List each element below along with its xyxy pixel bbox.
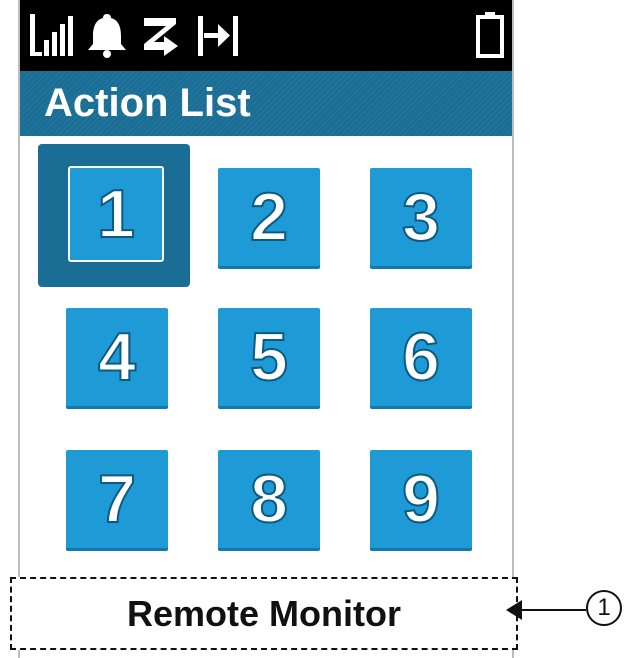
key-label: 2 bbox=[249, 179, 289, 255]
key-1-label-wrap: 1 bbox=[68, 166, 164, 262]
key-label: 5 bbox=[249, 319, 289, 395]
action-label: Remote Monitor bbox=[127, 592, 401, 634]
key-label: 3 bbox=[401, 179, 441, 255]
signal-strength-icon bbox=[30, 14, 73, 56]
title-bar: Action List bbox=[20, 71, 512, 136]
key-label: 4 bbox=[97, 319, 137, 395]
keypad-key-5[interactable]: 5 bbox=[218, 308, 320, 406]
keypad-key-2[interactable]: 2 bbox=[218, 168, 320, 266]
keypad-key-7[interactable]: 7 bbox=[66, 450, 168, 548]
keypad-key-3[interactable]: 3 bbox=[370, 168, 472, 266]
scan-icon bbox=[144, 18, 178, 56]
callout-marker: 1 bbox=[586, 590, 622, 626]
bell-icon bbox=[88, 14, 126, 58]
key-label: 8 bbox=[249, 461, 289, 537]
keypad-key-9[interactable]: 9 bbox=[370, 450, 472, 548]
talkaround-icon bbox=[198, 16, 238, 56]
keypad-key-4[interactable]: 4 bbox=[66, 308, 168, 406]
radio-display: Action List 1 2 3 4 5 6 7 8 9 bbox=[18, 0, 514, 658]
status-bar bbox=[20, 0, 512, 71]
callout-leader-line bbox=[514, 609, 586, 611]
battery-icon bbox=[476, 12, 504, 58]
keypad-key-6[interactable]: 6 bbox=[370, 308, 472, 406]
page-title: Action List bbox=[44, 81, 251, 125]
keypad-key-1[interactable]: 1 bbox=[38, 144, 190, 287]
key-label: 9 bbox=[401, 461, 441, 537]
keypad-key-8[interactable]: 8 bbox=[218, 450, 320, 548]
key-label: 7 bbox=[97, 461, 137, 537]
callout-number: 1 bbox=[597, 594, 611, 621]
callout-arrow-icon bbox=[506, 600, 522, 620]
key-label: 6 bbox=[401, 319, 441, 395]
action-label-box: Remote Monitor bbox=[10, 577, 518, 650]
key-label: 1 bbox=[96, 176, 136, 252]
